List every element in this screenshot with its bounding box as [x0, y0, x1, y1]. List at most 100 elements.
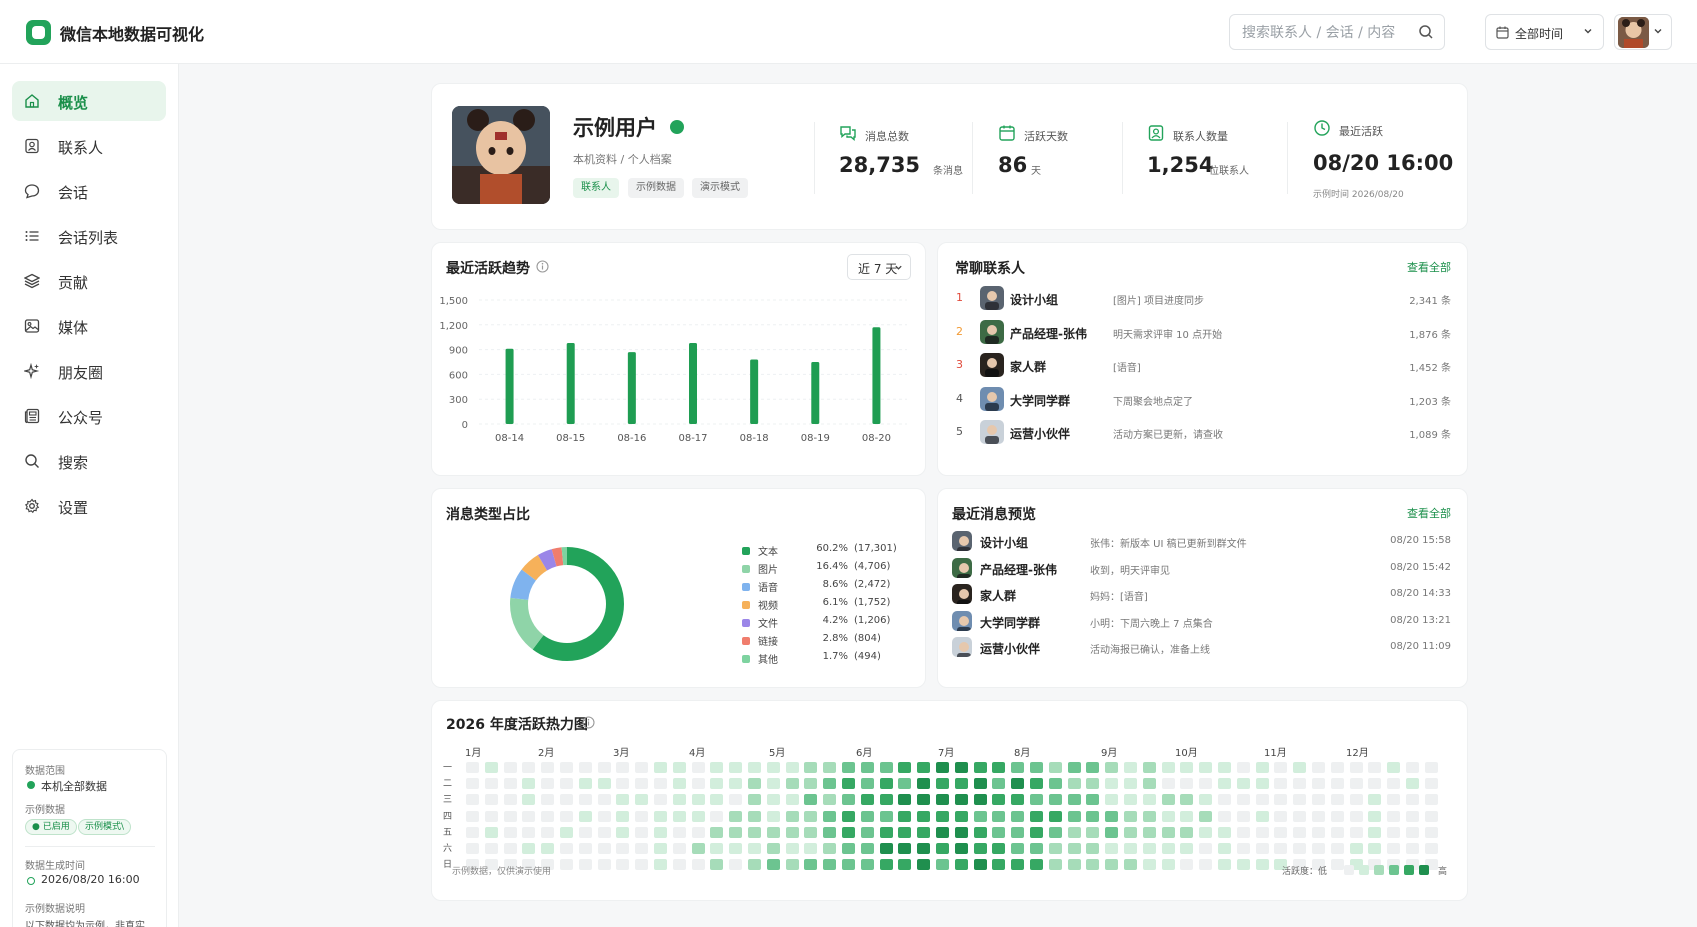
heatmap-cell[interactable] [466, 843, 479, 854]
heatmap-cell[interactable] [1105, 826, 1119, 838]
heatmap-cell[interactable] [1180, 778, 1194, 790]
heatmap-cell[interactable] [597, 826, 611, 838]
heatmap-cell[interactable] [1142, 843, 1156, 854]
heatmap-cell[interactable] [484, 778, 498, 790]
heatmap-cell[interactable] [1048, 810, 1062, 822]
heatmap-cell[interactable] [691, 859, 705, 871]
heatmap-cell[interactable] [560, 778, 573, 790]
heatmap-cell[interactable] [898, 778, 912, 790]
heatmap-cell[interactable] [1387, 843, 1401, 854]
heatmap-cell[interactable] [785, 859, 799, 871]
heatmap-cell[interactable] [672, 762, 686, 773]
heatmap-cell[interactable] [1330, 843, 1344, 854]
heatmap-cell[interactable] [1048, 843, 1062, 854]
heatmap-cell[interactable] [1142, 778, 1156, 790]
heatmap-cell[interactable] [1105, 794, 1119, 806]
heatmap-cell[interactable] [1218, 843, 1231, 854]
heatmap-cell[interactable] [541, 843, 555, 854]
heatmap-cell[interactable] [992, 859, 1006, 871]
heatmap-cell[interactable] [879, 859, 893, 871]
heatmap-cell[interactable] [1368, 843, 1382, 854]
heatmap-cell[interactable] [954, 778, 968, 790]
heatmap-cell[interactable] [541, 810, 555, 822]
heatmap-cell[interactable] [1161, 826, 1175, 838]
heatmap-cell[interactable] [616, 778, 630, 790]
heatmap-cell[interactable] [1406, 794, 1419, 806]
heatmap-cell[interactable] [1105, 810, 1119, 822]
heatmap-cell[interactable] [1330, 826, 1344, 838]
heatmap-cell[interactable] [785, 794, 799, 806]
heatmap-cell[interactable] [1293, 843, 1307, 854]
sidebar-item-official-accounts[interactable]: 公众号 [12, 396, 166, 436]
heatmap-cell[interactable] [823, 859, 837, 871]
heatmap-cell[interactable] [917, 859, 931, 871]
heatmap-cell[interactable] [1199, 826, 1213, 838]
heatmap-cell[interactable] [1030, 859, 1043, 871]
heatmap-cell[interactable] [1199, 794, 1213, 806]
trend-bar[interactable] [505, 348, 514, 424]
heatmap-cell[interactable] [1274, 810, 1288, 822]
heatmap-cell[interactable] [1030, 843, 1043, 854]
heatmap-cell[interactable] [1236, 843, 1250, 854]
heatmap-cell[interactable] [1142, 762, 1156, 773]
heatmap-cell[interactable] [1105, 843, 1119, 854]
heatmap-cell[interactable] [541, 762, 555, 773]
heatmap-cell[interactable] [823, 762, 837, 773]
heatmap-cell[interactable] [1406, 762, 1419, 773]
heatmap-cell[interactable] [1368, 762, 1382, 773]
heatmap-cell[interactable] [672, 794, 686, 806]
heatmap-cell[interactable] [1161, 794, 1175, 806]
heatmap-cell[interactable] [804, 810, 818, 822]
heatmap-cell[interactable] [560, 810, 573, 822]
heatmap-cell[interactable] [1124, 859, 1137, 871]
heatmap-cell[interactable] [860, 778, 874, 790]
heatmap-cell[interactable] [578, 778, 592, 790]
heatmap-cell[interactable] [1161, 778, 1175, 790]
heatmap-cell[interactable] [1274, 843, 1288, 854]
heatmap-cell[interactable] [1255, 762, 1269, 773]
heatmap-cell[interactable] [954, 826, 968, 838]
heatmap-cell[interactable] [710, 859, 724, 871]
heatmap-cell[interactable] [1368, 794, 1382, 806]
heatmap-cell[interactable] [654, 843, 667, 854]
heatmap-cell[interactable] [635, 762, 649, 773]
heatmap-cell[interactable] [466, 826, 479, 838]
heatmap-cell[interactable] [1180, 810, 1194, 822]
heatmap-cell[interactable] [1124, 762, 1137, 773]
heatmap-cell[interactable] [1067, 859, 1081, 871]
heatmap-cell[interactable] [917, 826, 931, 838]
heatmap-cell[interactable] [1124, 826, 1137, 838]
heatmap-cell[interactable] [597, 794, 611, 806]
heatmap-cell[interactable] [541, 794, 555, 806]
heatmap-cell[interactable] [1161, 762, 1175, 773]
heatmap-cell[interactable] [635, 859, 649, 871]
heatmap-cell[interactable] [1274, 826, 1288, 838]
heatmap-cell[interactable] [1086, 843, 1100, 854]
heatmap-cell[interactable] [503, 826, 517, 838]
heatmap-cell[interactable] [936, 826, 949, 838]
heatmap-cell[interactable] [1142, 826, 1156, 838]
heatmap-cell[interactable] [1406, 843, 1419, 854]
heatmap-cell[interactable] [616, 794, 630, 806]
heatmap-cell[interactable] [936, 778, 949, 790]
heatmap-cell[interactable] [1218, 859, 1231, 871]
heatmap-cell[interactable] [691, 778, 705, 790]
heatmap-cell[interactable] [1199, 859, 1213, 871]
heatmap-cell[interactable] [1424, 762, 1438, 773]
heatmap-cell[interactable] [1330, 859, 1344, 871]
heatmap-cell[interactable] [1236, 826, 1250, 838]
heatmap-cell[interactable] [936, 810, 949, 822]
heatmap-cell[interactable] [1312, 826, 1325, 838]
heatmap-cell[interactable] [729, 778, 743, 790]
heatmap-cell[interactable] [691, 810, 705, 822]
heatmap-cell[interactable] [1086, 810, 1100, 822]
heatmap-cell[interactable] [748, 843, 761, 854]
heatmap-cell[interactable] [1312, 810, 1325, 822]
heatmap-cell[interactable] [466, 778, 479, 790]
heatmap-cell[interactable] [973, 778, 987, 790]
heatmap-cell[interactable] [785, 843, 799, 854]
heatmap-cell[interactable] [541, 826, 555, 838]
heatmap-cell[interactable] [672, 778, 686, 790]
heatmap-cell[interactable] [1424, 794, 1438, 806]
heatmap-cell[interactable] [804, 859, 818, 871]
